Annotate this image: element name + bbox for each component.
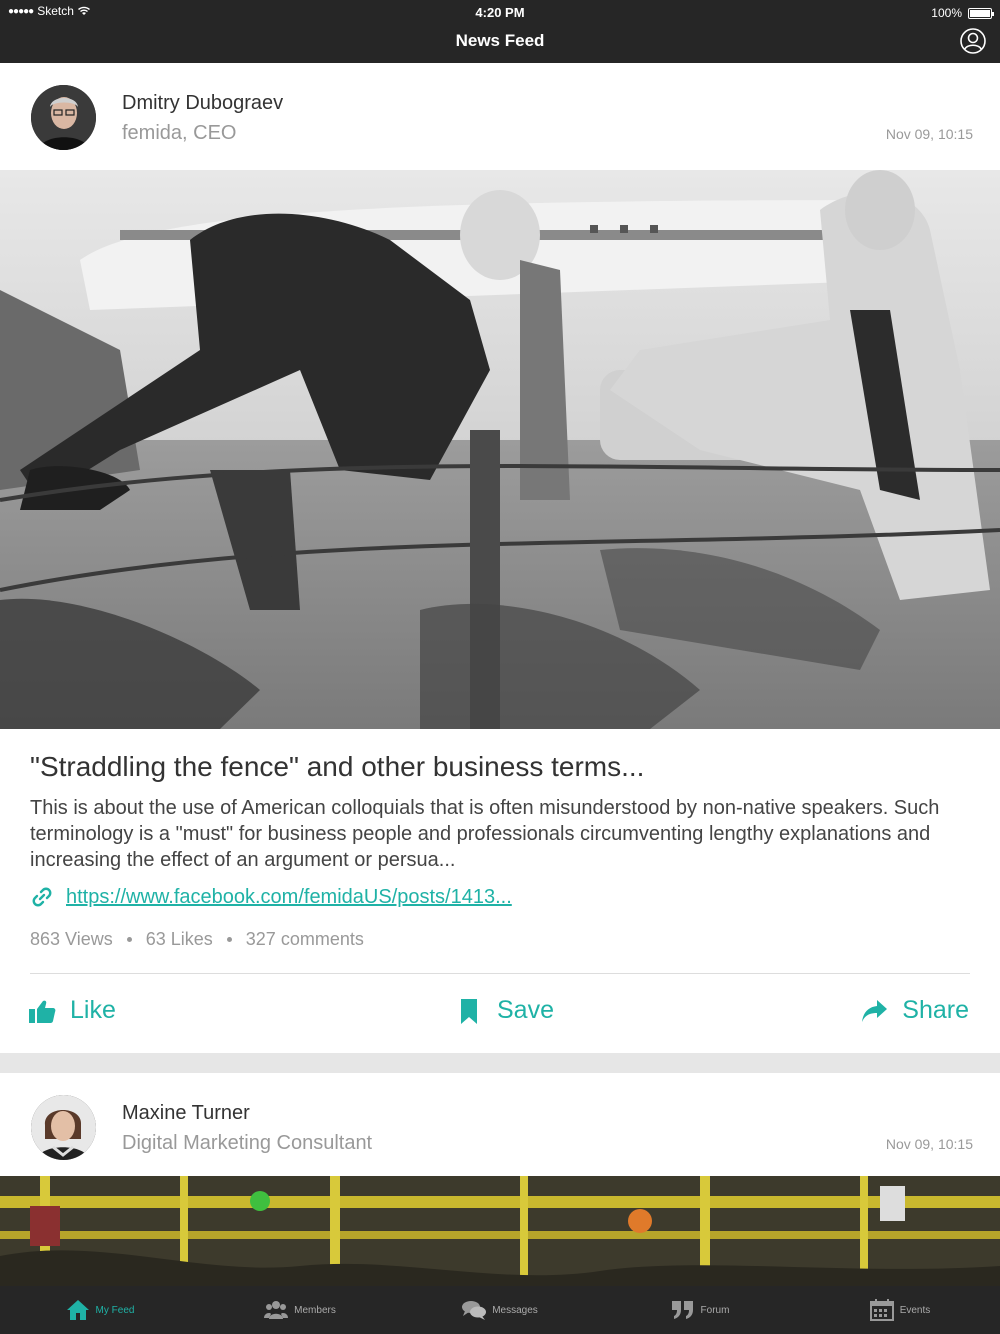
status-time: 4:20 PM — [475, 5, 525, 20]
tab-label: My Feed — [95, 1304, 135, 1316]
top-bar: ●●●●● Sketch 4:20 PM 100% News Feed — [0, 0, 1000, 63]
tab-label: Messages — [492, 1304, 538, 1316]
tab-bar: My Feed Members Messages Forum Events — [0, 1286, 1000, 1334]
page-title: News Feed — [455, 31, 545, 50]
post-timestamp: Nov 09, 10:15 — [885, 1136, 973, 1152]
likes-count: 63 Likes — [145, 929, 213, 949]
tab-forum[interactable]: Forum — [600, 1286, 800, 1334]
battery-icon — [968, 7, 994, 19]
post-stats: 863 Views 63 Likes 327 comments — [30, 929, 364, 950]
post-timestamp: Nov 09, 10:15 — [885, 126, 973, 142]
tab-label: Events — [899, 1304, 931, 1316]
views-count: 863 Views — [30, 929, 113, 949]
tab-members[interactable]: Members — [200, 1286, 400, 1334]
avatar[interactable] — [31, 1095, 96, 1160]
separator-dot — [226, 937, 232, 942]
separator-dot — [126, 937, 132, 942]
share-label: Share — [902, 996, 969, 1024]
tab-label: Members — [294, 1304, 336, 1316]
bookmark-icon — [461, 998, 477, 1024]
comments-count[interactable]: 327 comments — [246, 929, 364, 950]
post-image[interactable] — [0, 170, 1000, 729]
tab-my-feed[interactable]: My Feed — [0, 1286, 200, 1334]
post-title[interactable]: "Straddling the fence" and other busines… — [30, 751, 644, 783]
author-name[interactable]: Maxine Turner — [122, 1102, 250, 1125]
post-header: Dmitry Dubograev femida, CEO Nov 09, 10:… — [0, 63, 1000, 170]
tab-messages[interactable]: Messages — [400, 1286, 600, 1334]
members-icon — [264, 1301, 289, 1319]
post-link-row[interactable]: https://www.facebook.com/femidaUS/posts/… — [30, 885, 512, 909]
tab-label: Forum — [700, 1304, 730, 1316]
tab-events[interactable]: Events — [800, 1286, 1000, 1334]
share-button[interactable]: Share — [860, 996, 969, 1025]
like-button[interactable]: Like — [28, 996, 116, 1025]
quote-icon — [671, 1301, 693, 1319]
post-body: This is about the use of American colloq… — [30, 797, 940, 871]
calendar-icon — [869, 1299, 894, 1321]
save-button[interactable]: Save — [455, 996, 554, 1025]
share-arrow-icon — [862, 999, 888, 1022]
post-card: Dmitry Dubograev femida, CEO Nov 09, 10:… — [0, 63, 1000, 1053]
divider — [30, 973, 970, 974]
like-label: Like — [70, 996, 116, 1024]
author-role: femida, CEO — [122, 122, 237, 144]
messages-icon — [462, 1301, 487, 1320]
post-card: Maxine Turner Digital Marketing Consulta… — [0, 1073, 1000, 1286]
link-icon — [32, 887, 52, 907]
status-battery: 100% — [931, 6, 994, 20]
post-link[interactable]: https://www.facebook.com/femidaUS/posts/… — [66, 886, 512, 909]
avatar[interactable] — [31, 85, 96, 150]
home-icon — [66, 1300, 89, 1320]
save-label: Save — [497, 996, 554, 1024]
author-name[interactable]: Dmitry Dubograev — [122, 92, 283, 115]
thumbs-up-icon — [29, 1000, 56, 1023]
post-header: Maxine Turner Digital Marketing Consulta… — [0, 1073, 1000, 1180]
user-circle-icon[interactable] — [960, 28, 986, 54]
battery-label: 100% — [931, 6, 962, 20]
author-role: Digital Marketing Consultant — [122, 1132, 373, 1154]
post-image[interactable] — [0, 1176, 1000, 1286]
